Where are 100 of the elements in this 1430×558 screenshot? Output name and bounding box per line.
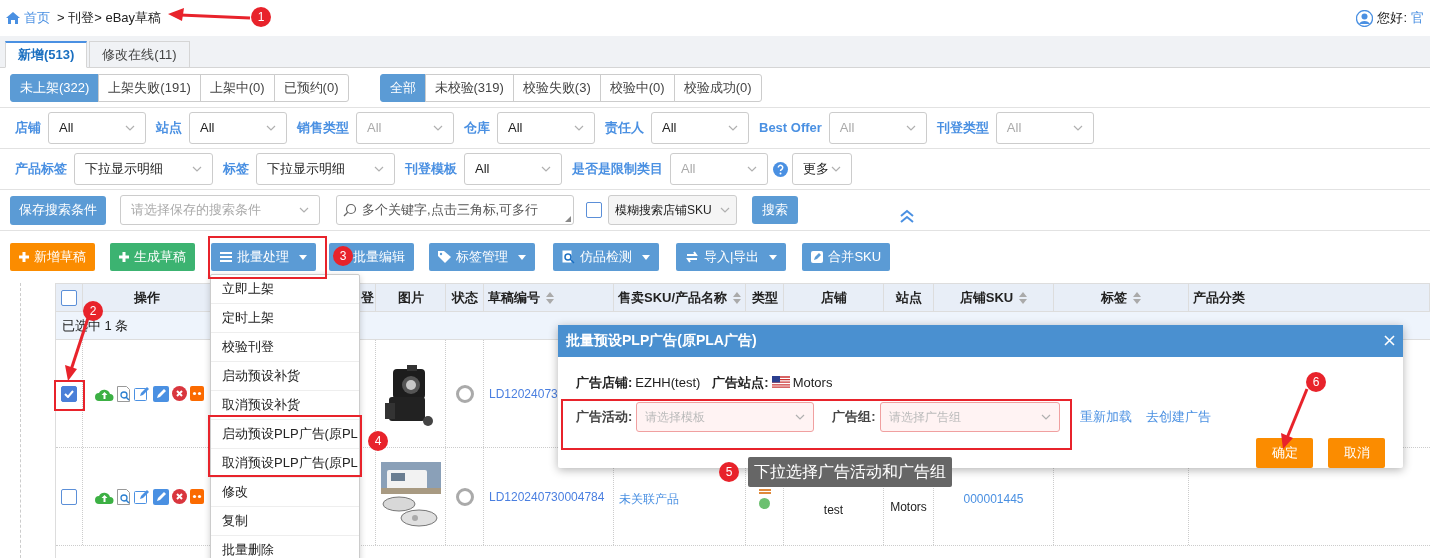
close-button[interactable]: [1384, 335, 1395, 347]
filter-button[interactable]: 校验中(0): [599, 73, 675, 102]
saved-search-select[interactable]: 请选择保存的搜索条件: [120, 195, 320, 225]
column-header: 操作: [133, 288, 160, 307]
sort-icon[interactable]: [1019, 291, 1028, 304]
filter-button[interactable]: 已预约(0): [273, 73, 349, 102]
column-header: 标签: [1101, 288, 1127, 307]
shop-label: 广告店铺:: [576, 373, 633, 392]
document-search-icon[interactable]: [117, 385, 131, 402]
user-name[interactable]: 官: [1411, 8, 1424, 28]
menu-item[interactable]: 取消预设补货: [211, 391, 359, 420]
chevron-down-icon: [1072, 125, 1083, 131]
edit-icon[interactable]: [134, 488, 150, 505]
checkbox[interactable]: [61, 488, 77, 505]
toolbar-button[interactable]: 导入|导出: [676, 243, 787, 271]
more-icon[interactable]: [190, 489, 204, 504]
filter-button[interactable]: 未上架(322): [10, 73, 100, 102]
keyword-search-field[interactable]: 多个关键字,点击三角标,可多行: [336, 195, 574, 225]
home-icon[interactable]: [6, 12, 20, 24]
menu-item[interactable]: 定时上架: [211, 304, 359, 333]
select-field[interactable]: All: [48, 112, 146, 144]
product-link[interactable]: 未关联产品: [619, 489, 679, 508]
select-field[interactable]: 下拉显示明细: [74, 153, 213, 185]
menu-item[interactable]: 修改: [211, 478, 359, 507]
draft-number-link[interactable]: LD120240730004784: [489, 487, 605, 506]
shop-name: test: [823, 501, 844, 519]
menu-item[interactable]: 校验刊登: [211, 333, 359, 362]
save-search-button[interactable]: 保存搜索条件: [10, 195, 106, 225]
search-button[interactable]: 搜索: [752, 196, 798, 224]
select-field[interactable]: All: [497, 112, 595, 144]
toolbar-button[interactable]: 合并SKU: [802, 243, 891, 271]
edit-icon[interactable]: [134, 385, 150, 402]
filter-button[interactable]: 未校验(319): [424, 73, 514, 102]
delete-icon[interactable]: [172, 386, 187, 401]
menu-item[interactable]: 启动预设PLP广告(原PL: [211, 420, 359, 449]
toolbar-button[interactable]: 新增草稿: [10, 243, 95, 271]
document-search-icon[interactable]: [117, 488, 131, 505]
dialog-link[interactable]: 重新加载: [1079, 407, 1132, 427]
chevron-down-icon: [266, 125, 276, 131]
select-field[interactable]: All: [670, 153, 768, 185]
menu-item[interactable]: 复制: [211, 507, 359, 536]
cancel-button[interactable]: 取消: [1328, 438, 1385, 468]
resize-handle-icon[interactable]: [565, 216, 571, 222]
filter-button[interactable]: 上架失败(191): [98, 73, 201, 102]
select-field[interactable]: All: [464, 153, 562, 185]
confirm-button[interactable]: 确定: [1256, 438, 1313, 468]
help-icon[interactable]: [773, 161, 788, 177]
select-field[interactable]: 更多: [792, 153, 852, 185]
site-label: 广告站点:: [712, 373, 769, 392]
checkbox[interactable]: [61, 289, 77, 306]
tab[interactable]: 修改在线(11): [89, 41, 190, 68]
fuzzy-search-select[interactable]: 模糊搜索店铺SKU: [608, 195, 737, 225]
filter-label: 责任人: [605, 119, 644, 138]
toolbar-button[interactable]: 生成草稿: [110, 243, 195, 271]
collapse-icon[interactable]: [900, 209, 914, 223]
sort-icon[interactable]: [733, 291, 741, 304]
greeting-text: 您好:: [1377, 9, 1407, 28]
menu-item[interactable]: 立即上架: [211, 275, 359, 304]
column-header: 售卖SKU/产品名称: [618, 288, 728, 307]
chevron-down-icon: [125, 125, 135, 131]
select-field[interactable]: All: [828, 112, 927, 144]
filter-label: 标签: [223, 160, 249, 179]
toolbar-button[interactable]: 批量处理: [211, 243, 316, 271]
column-header: 店铺: [820, 288, 847, 307]
checkbox[interactable]: [61, 385, 77, 402]
select-field[interactable]: All: [356, 112, 454, 144]
filter-button[interactable]: 校验失败(3): [512, 73, 601, 102]
filter-label: 刊登类型: [936, 119, 989, 138]
select-field[interactable]: All: [189, 112, 287, 144]
menu-item[interactable]: 批量删除: [211, 536, 359, 558]
pencil-icon[interactable]: [153, 385, 169, 402]
delete-icon[interactable]: [172, 489, 187, 504]
menu-item[interactable]: 启动预设补货: [211, 362, 359, 391]
toolbar-button[interactable]: 标签管理: [429, 243, 535, 271]
filter-button[interactable]: 上架中(0): [199, 73, 275, 102]
tag-icon: [438, 251, 451, 263]
breadcrumb-link[interactable]: 首页: [24, 8, 50, 28]
sort-icon[interactable]: [1133, 291, 1141, 304]
select-field[interactable]: All: [651, 112, 749, 144]
more-icon[interactable]: [190, 386, 204, 401]
tab[interactable]: 新增(513): [5, 41, 88, 68]
user-icon[interactable]: [1356, 9, 1374, 27]
filter-label: 站点: [156, 119, 182, 138]
site-name: Motors: [889, 498, 928, 516]
toolbar-button[interactable]: 仿品检测: [553, 243, 659, 271]
select-field[interactable]: All: [995, 112, 1094, 144]
column-header: 状态: [451, 288, 478, 307]
select-field[interactable]: 下拉显示明细: [256, 153, 395, 185]
pencil-icon[interactable]: [153, 488, 169, 505]
dialog-link[interactable]: 去创建广告: [1145, 407, 1211, 427]
draft-number-link[interactable]: LD12024073: [489, 384, 558, 403]
filter-button[interactable]: 校验成功(0): [673, 73, 762, 102]
shop-sku-link[interactable]: 000001445: [963, 489, 1024, 508]
menu-item[interactable]: 取消预设PLP广告(原PL: [211, 449, 359, 478]
column-header: 产品分类: [1193, 288, 1245, 307]
checkbox[interactable]: [586, 202, 602, 218]
filter-button[interactable]: 全部: [379, 73, 426, 102]
sort-icon[interactable]: [546, 291, 554, 304]
site-value: Motors: [792, 373, 833, 392]
chevron-down-icon: [747, 166, 757, 172]
